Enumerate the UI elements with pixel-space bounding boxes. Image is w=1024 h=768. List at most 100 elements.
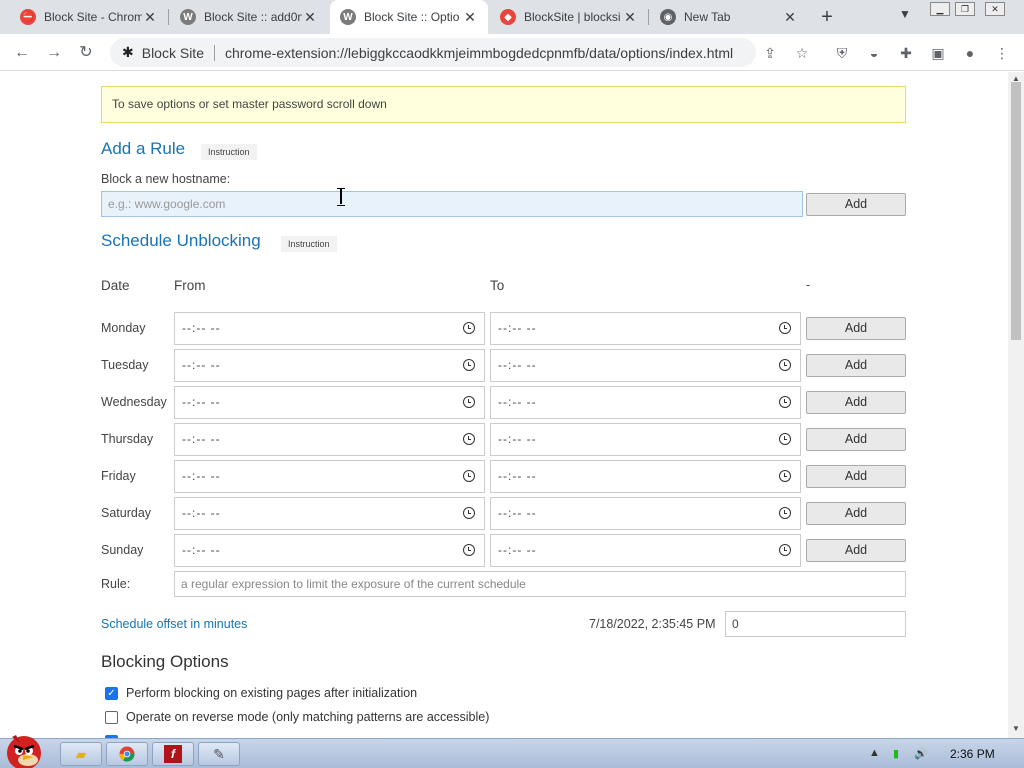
from-time-input-sunday[interactable]: --:-- -- bbox=[174, 534, 485, 567]
reload-icon[interactable]: ↻ bbox=[75, 42, 97, 64]
extensions-puzzle-icon[interactable]: ✚ bbox=[896, 43, 916, 63]
forward-arrow-icon[interactable]: → bbox=[43, 42, 65, 64]
tab-search-chevron-icon[interactable]: ▼ bbox=[895, 7, 915, 21]
existing-pages-label[interactable]: Perform blocking on existing pages after… bbox=[126, 686, 417, 700]
extension-flag-icon[interactable]: ◒ bbox=[864, 43, 884, 63]
from-time-input-thursday[interactable]: --:-- -- bbox=[174, 423, 485, 456]
to-time-input-monday[interactable]: --:-- -- bbox=[490, 312, 801, 345]
hostname-input[interactable]: e.g.: www.google.com bbox=[101, 191, 803, 217]
add-schedule-button-thursday[interactable]: Add bbox=[806, 428, 906, 451]
browser-tab-3-active[interactable]: W Block Site :: Optio ✕ bbox=[330, 0, 488, 34]
from-time-input-monday[interactable]: --:-- -- bbox=[174, 312, 485, 345]
close-tab-icon[interactable]: ✕ bbox=[622, 9, 638, 26]
maximize-icon[interactable]: ❐ bbox=[955, 2, 975, 16]
clock-icon[interactable] bbox=[463, 470, 475, 482]
save-notice: To save options or set master password s… bbox=[101, 86, 906, 123]
chrome-taskbar-button[interactable] bbox=[106, 742, 148, 766]
to-time-input-friday[interactable]: --:-- -- bbox=[490, 460, 801, 493]
explorer-taskbar-button[interactable]: ▰ bbox=[60, 742, 102, 766]
page-scrollbar[interactable]: ▲ ▼ bbox=[1008, 72, 1024, 738]
close-tab-icon[interactable]: ✕ bbox=[302, 9, 318, 26]
close-tab-icon[interactable]: ✕ bbox=[462, 9, 478, 26]
clock-icon[interactable] bbox=[779, 322, 791, 334]
clock-icon[interactable] bbox=[463, 507, 475, 519]
reverse-mode-label[interactable]: Operate on reverse mode (only matching p… bbox=[126, 710, 489, 724]
omnibox-separator bbox=[213, 44, 215, 61]
clock-icon[interactable] bbox=[463, 322, 475, 334]
add-schedule-button-sunday[interactable]: Add bbox=[806, 539, 906, 562]
browser-tab-5[interactable]: ◉ New Tab ✕ bbox=[650, 0, 808, 34]
add-rule-instruction-badge[interactable]: Instruction bbox=[201, 144, 257, 160]
to-time-input-saturday[interactable]: --:-- -- bbox=[490, 497, 801, 530]
date-header: Date bbox=[101, 278, 130, 293]
clock-icon[interactable] bbox=[779, 470, 791, 482]
chrome-icon bbox=[119, 746, 135, 762]
scroll-thumb[interactable] bbox=[1011, 82, 1021, 340]
clock-icon[interactable] bbox=[463, 396, 475, 408]
browser-toolbar: ← → ↻ ✱ Block Site chrome-extension://le… bbox=[0, 34, 1024, 71]
clock-icon[interactable] bbox=[779, 359, 791, 371]
taskbar: ▰ f ✎ ▲ ▮ 🔊 2:36 PM bbox=[0, 735, 1024, 768]
add-schedule-button-monday[interactable]: Add bbox=[806, 317, 906, 340]
schedule-offset-link[interactable]: Schedule offset in minutes bbox=[101, 617, 247, 631]
to-time-input-tuesday[interactable]: --:-- -- bbox=[490, 349, 801, 382]
add-rule-title[interactable]: Add a Rule bbox=[101, 139, 185, 159]
taskbar-clock[interactable]: 2:36 PM bbox=[950, 747, 995, 761]
share-icon[interactable]: ⇪ bbox=[760, 43, 780, 63]
tab-strip: ⛔ Block Site - Chrom ✕ W Block Site :: a… bbox=[0, 0, 1024, 34]
ublock-shield-icon[interactable]: ⛨ bbox=[832, 43, 852, 63]
schedule-unblocking-title[interactable]: Schedule Unblocking bbox=[101, 231, 261, 251]
side-panel-icon[interactable]: ▣ bbox=[928, 43, 948, 63]
block-site-icon: ⛔ bbox=[20, 9, 36, 25]
from-time-input-tuesday[interactable]: --:-- -- bbox=[174, 349, 485, 382]
back-arrow-icon[interactable]: ← bbox=[11, 42, 33, 64]
to-time-input-sunday[interactable]: --:-- -- bbox=[490, 534, 801, 567]
to-time-input-wednesday[interactable]: --:-- -- bbox=[490, 386, 801, 419]
close-tab-icon[interactable]: ✕ bbox=[782, 9, 798, 26]
close-tab-icon[interactable]: ✕ bbox=[142, 9, 158, 26]
add-hostname-button[interactable]: Add bbox=[806, 193, 906, 216]
browser-tab-1[interactable]: ⛔ Block Site - Chrom ✕ bbox=[10, 0, 168, 34]
options-page: To save options or set master password s… bbox=[0, 72, 1008, 738]
add-schedule-button-wednesday[interactable]: Add bbox=[806, 391, 906, 414]
close-window-icon[interactable]: ✕ bbox=[985, 2, 1005, 16]
bookmark-star-icon[interactable]: ☆ bbox=[792, 43, 812, 63]
offset-minutes-input[interactable]: 0 bbox=[725, 611, 906, 637]
add-schedule-button-saturday[interactable]: Add bbox=[806, 502, 906, 525]
to-time-input-thursday[interactable]: --:-- -- bbox=[490, 423, 801, 456]
to-header: To bbox=[490, 278, 505, 293]
scroll-down-arrow-icon[interactable]: ▼ bbox=[1012, 724, 1020, 733]
battery-icon[interactable]: ▮ bbox=[893, 747, 899, 760]
day-label-wednesday: Wednesday bbox=[101, 395, 167, 409]
address-bar[interactable]: ✱ Block Site chrome-extension://lebiggkc… bbox=[110, 38, 756, 67]
from-time-input-friday[interactable]: --:-- -- bbox=[174, 460, 485, 493]
angry-bird-start-icon[interactable] bbox=[0, 729, 48, 768]
clock-icon[interactable] bbox=[463, 544, 475, 556]
url-text: chrome-extension://lebiggkccaodkkmjeimmb… bbox=[224, 44, 734, 61]
clock-icon[interactable] bbox=[779, 507, 791, 519]
rule-regex-input[interactable]: a regular expression to limit the exposu… bbox=[174, 571, 906, 597]
schedule-instruction-badge[interactable]: Instruction bbox=[281, 236, 337, 252]
clock-icon[interactable] bbox=[463, 359, 475, 371]
minimize-icon[interactable]: ▁ bbox=[930, 2, 950, 16]
flash-taskbar-button[interactable]: f bbox=[152, 742, 194, 766]
tool-taskbar-button[interactable]: ✎ bbox=[198, 742, 240, 766]
from-time-input-wednesday[interactable]: --:-- -- bbox=[174, 386, 485, 419]
clock-icon[interactable] bbox=[779, 544, 791, 556]
existing-pages-checkbox[interactable]: ✓ bbox=[105, 687, 118, 700]
new-tab-button[interactable]: + bbox=[815, 5, 839, 29]
add-schedule-button-tuesday[interactable]: Add bbox=[806, 354, 906, 377]
show-hidden-icons-icon[interactable]: ▲ bbox=[869, 747, 880, 759]
w-icon: W bbox=[340, 9, 356, 25]
from-time-input-saturday[interactable]: --:-- -- bbox=[174, 497, 485, 530]
browser-tab-4[interactable]: ◆ BlockSite | blocksi ✕ bbox=[490, 0, 648, 34]
menu-kebab-icon[interactable]: ⋮ bbox=[992, 43, 1012, 63]
volume-icon[interactable]: 🔊 bbox=[914, 747, 928, 760]
clock-icon[interactable] bbox=[779, 433, 791, 445]
clock-icon[interactable] bbox=[463, 433, 475, 445]
browser-tab-2[interactable]: W Block Site :: add0n ✕ bbox=[170, 0, 328, 34]
add-schedule-button-friday[interactable]: Add bbox=[806, 465, 906, 488]
reverse-mode-checkbox[interactable] bbox=[105, 711, 118, 724]
profile-avatar-icon[interactable]: ● bbox=[960, 43, 980, 63]
clock-icon[interactable] bbox=[779, 396, 791, 408]
